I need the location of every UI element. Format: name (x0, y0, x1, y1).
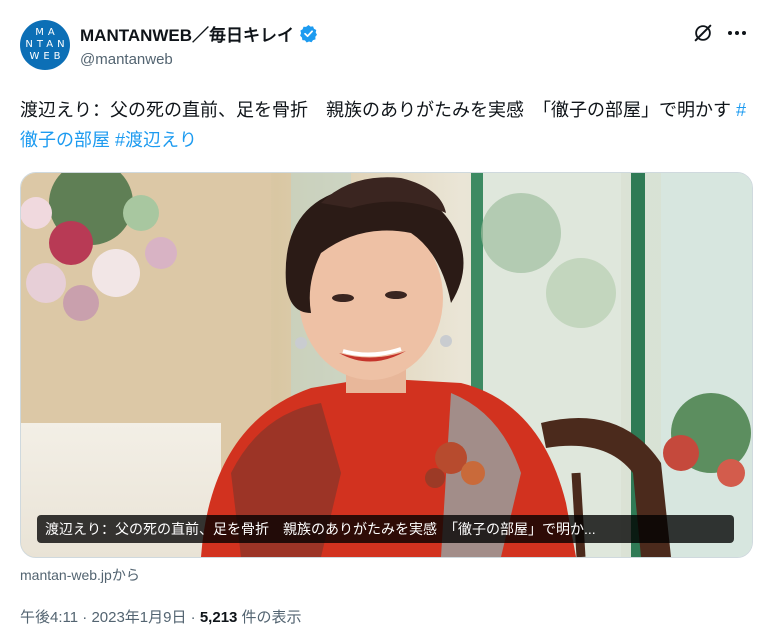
more-icon[interactable] (725, 22, 749, 44)
link-card-media[interactable]: 渡辺えり：父の死の直前、足を骨折 親族のありがたみを実感 「徹子の部屋」で明か.… (20, 172, 753, 558)
media-photo (21, 173, 752, 557)
tweet-time[interactable]: 午後4:11 (20, 609, 78, 626)
author-handle[interactable]: @mantanweb (80, 51, 173, 68)
avatar-text-line-2: NTAN (25, 39, 69, 50)
tweet-date[interactable]: 2023年1月9日 (91, 609, 186, 626)
avatar[interactable]: MA NTAN WEB (20, 20, 70, 70)
tweet-meta: 午後4:11 · 2023年1月9日 · 5,213 件の表示 (20, 606, 302, 627)
view-count: 5,213 (199, 609, 238, 626)
link-source[interactable]: mantan-web.jpから (20, 565, 140, 585)
media-caption: 渡辺えり：父の死の直前、足を骨折 親族のありがたみを実感 「徹子の部屋」で明か.… (37, 515, 734, 543)
view-count-label: 件の表示 (237, 609, 302, 626)
meta-separator: · (186, 609, 200, 626)
author-display-name[interactable]: MANTANWEB／毎日キレイ (80, 21, 294, 46)
grok-icon[interactable] (692, 22, 714, 44)
avatar-text-line-3: WEB (29, 51, 65, 62)
avatar-text-line-1: MA (35, 27, 59, 38)
tweet-body: 渡辺えり：父の死の直前、足を骨折 親族のありがたみを実感 「徹子の部屋」で明かす (20, 100, 736, 120)
meta-separator: · (78, 609, 92, 626)
verified-badge-icon (300, 24, 318, 42)
tweet-text: 渡辺えり：父の死の直前、足を骨折 親族のありがたみを実感 「徹子の部屋」で明かす… (20, 95, 755, 155)
hashtag-watanabe[interactable]: #渡辺えり (115, 130, 197, 150)
author-name-row: MANTANWEB／毎日キレイ (80, 21, 318, 46)
